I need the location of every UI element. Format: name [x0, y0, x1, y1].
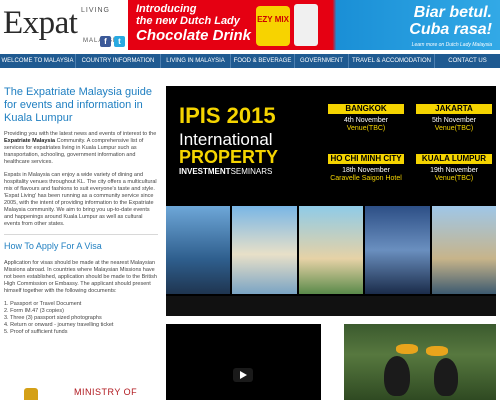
city-date: 5th November — [432, 117, 476, 124]
hornbill-left-beak — [396, 344, 418, 354]
intro-paragraph: Providing you with the latest news and e… — [4, 131, 158, 166]
content-column: The Expatriate Malaysia guide for events… — [4, 86, 158, 336]
city-jakarta: JAKARTA 5th November Venue(TBC) — [416, 104, 492, 133]
banner-line2: the new Dutch Lady — [136, 15, 240, 27]
page-title: The Expatriate Malaysia guide for events… — [4, 86, 152, 124]
nav-food[interactable]: FOOD & BEVERAGE — [231, 54, 295, 68]
banner-line3: Chocolate Drink — [136, 27, 252, 44]
visa-paragraph: Application for visas should be made at … — [4, 260, 157, 294]
city-ho-chi-minh: HO CHI MINH CITY 18th November Caravelle… — [328, 154, 404, 183]
logo-living-text: LIVING — [81, 7, 110, 14]
hornbill-left — [384, 356, 410, 396]
ad-banner[interactable]: Introducing the new Dutch Lady Chocolate… — [128, 0, 500, 50]
banner-line1: Introducing — [136, 3, 197, 15]
promo-photo-strip — [166, 206, 496, 294]
list-item: 1. Passport or Travel Document — [4, 301, 82, 307]
product-pack-image — [294, 4, 318, 46]
nav-living[interactable]: LIVING IN MALAYSIA — [161, 54, 231, 68]
ministry-label: MINISTRY OF — [74, 387, 138, 397]
list-item: 3. Three (3) passport sized photographs — [4, 315, 102, 321]
city-kuala-lumpur: KUALA LUMPUR 19th November Venue(TBC) — [416, 154, 492, 183]
city-venue: Venue(TBC) — [434, 175, 474, 182]
intro-text-bold: Expatriate Malaysia — [4, 138, 56, 144]
visa-heading: How To Apply For A Visa — [4, 241, 102, 251]
dining-paragraph: Expats in Malaysia can enjoy a wide vari… — [4, 172, 157, 227]
banner-right2: Cuba rasa! — [409, 21, 492, 38]
main-nav: WELCOME TO MALAYSIA COUNTRY INFORMATION … — [0, 54, 500, 68]
promo-seminars: SEMINARS — [230, 167, 273, 176]
list-item: 5. Proof of sufficient funds — [4, 329, 68, 335]
nav-contact[interactable]: CONTACT US — [435, 54, 500, 68]
ipis-promo-banner[interactable]: IPIS 2015 International PROPERTY INVESTM… — [166, 86, 496, 316]
malaysia-crest-icon — [24, 388, 38, 400]
twitter-icon[interactable]: t — [114, 36, 125, 47]
hornbill-right-beak — [426, 346, 448, 356]
city-bangkok: BANGKOK 4th November Venue(TBC) — [328, 104, 404, 133]
city-name: BANGKOK — [328, 104, 404, 114]
divider — [4, 234, 158, 235]
nav-country-info[interactable]: COUNTRY INFORMATION — [76, 54, 161, 68]
city-date: 18th November — [342, 167, 390, 174]
city-name: JAKARTA — [416, 104, 492, 114]
banner-left-text: Introducing the new Dutch Lady Chocolate… — [136, 3, 251, 44]
promo-title-seminars: INVESTMENTSEMINARS — [179, 167, 272, 177]
city-date: 4th November — [344, 117, 388, 124]
product-badge: EZY MIX — [256, 6, 290, 46]
kuala-lumpur-photo — [365, 206, 430, 294]
video-player[interactable] — [166, 324, 321, 400]
city-name: HO CHI MINH CITY — [328, 154, 404, 164]
nav-travel[interactable]: TRAVEL & ACCOMODATION — [349, 54, 435, 68]
nav-government[interactable]: GOVERNMENT — [295, 54, 349, 68]
banner-right1: Biar betul. — [413, 4, 492, 21]
bangkok-photo — [166, 206, 231, 294]
visa-document-list: 1. Passport or Travel Document 2. Form I… — [4, 301, 158, 336]
promo-footer — [166, 296, 496, 316]
city-date: 19th November — [430, 167, 478, 174]
list-item: 4. Return or onward - journey travelling… — [4, 322, 114, 328]
promo-title-year: IPIS 2015 — [179, 103, 276, 128]
city-venue: Caravelle Saigon Hotel — [330, 175, 402, 182]
sydney-photo — [232, 206, 297, 294]
city-venue: Venue(TBC) — [434, 125, 474, 132]
intro-text-pre: Providing you with the latest news and e… — [4, 131, 157, 137]
beach-horse-photo — [298, 206, 364, 294]
city-venue: Venue(TBC) — [346, 125, 386, 132]
site-header: Expat LIVING MALAYSIA f t Introducing th… — [0, 0, 500, 52]
facebook-icon[interactable]: f — [100, 36, 111, 47]
city-skyline-photo — [431, 206, 496, 294]
hornbill-right — [434, 358, 458, 396]
ministry-banner[interactable]: MINISTRY OF — [4, 384, 158, 400]
list-item: 2. Form IM.47 (3 copies) — [4, 308, 64, 314]
promo-investment: INVESTMENT — [179, 167, 231, 176]
city-name: KUALA LUMPUR — [416, 154, 492, 164]
logo-main-text: Expat — [3, 5, 78, 41]
nav-welcome[interactable]: WELCOME TO MALAYSIA — [0, 54, 76, 68]
hornbill-photo[interactable] — [344, 324, 496, 400]
play-icon[interactable] — [233, 368, 253, 382]
promo-title-property: PROPERTY — [179, 147, 279, 167]
banner-learn-more[interactable]: Learn more on Dutch Lady Malaysia — [409, 42, 492, 49]
banner-right-text: Biar betul. Cuba rasa! Learn more on Dut… — [409, 4, 492, 49]
